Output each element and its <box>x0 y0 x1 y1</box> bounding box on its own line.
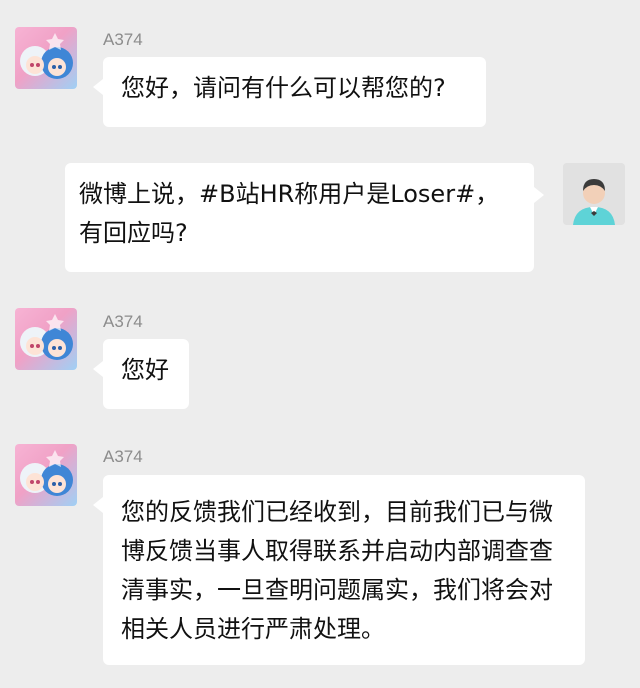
anime-twins-avatar-icon[interactable] <box>15 27 77 89</box>
message-bubble[interactable]: 微博上说，#B站HR称用户是Loser#，有回应吗? <box>65 163 544 272</box>
chat-message-3: A374 您好 <box>0 280 640 420</box>
message-bubble[interactable]: 您的反馈我们已经收到，目前我们已与微博反馈当事人取得联系并启动内部调查查清事实，… <box>93 475 585 665</box>
chat-message-2: 微博上说，#B站HR称用户是Loser#，有回应吗? <box>0 150 640 280</box>
message-bubble[interactable]: 您好 <box>93 339 189 409</box>
message-bubble[interactable]: 您好，请问有什么可以帮您的? <box>93 57 486 127</box>
sender-name: A374 <box>103 30 143 49</box>
anime-twins-avatar-icon[interactable] <box>15 308 77 370</box>
sender-name: A374 <box>103 312 143 331</box>
chat-message-1: A374 您好，请问有什么可以帮您的? <box>0 0 640 140</box>
sender-name: A374 <box>103 447 143 466</box>
default-user-avatar-icon[interactable] <box>563 163 625 225</box>
anime-twins-avatar-icon[interactable] <box>15 444 77 506</box>
chat-message-4: A374 您的反馈我们已经收到，目前我们已与微博反馈当事人取得联系并启动内部调查… <box>0 415 640 688</box>
